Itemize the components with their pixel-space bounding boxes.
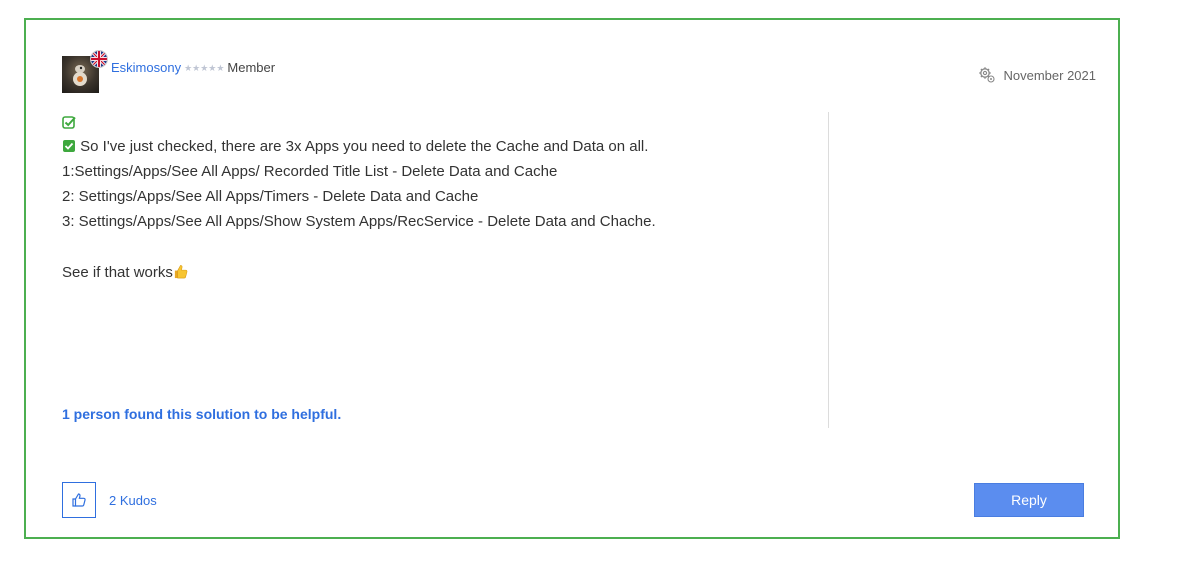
content-divider	[828, 112, 829, 428]
post-closing-text: See if that works	[62, 264, 173, 281]
post-text: So I've just checked, there are 3x Apps …	[80, 138, 649, 155]
uk-flag-icon	[90, 50, 108, 68]
check-box-icon	[62, 116, 76, 129]
rank-stars: ★★★★★	[184, 63, 225, 73]
post-line-4: 3: Settings/Apps/See All Apps/Show Syste…	[62, 213, 656, 230]
solution-post-card: Eskimosony ★★★★★ Member November 2021 So I…	[24, 18, 1120, 539]
helpful-solution-link[interactable]: 1 person found this solution to be helpf…	[62, 406, 341, 422]
kudo-button[interactable]	[62, 482, 96, 518]
post-date-text: November 2021	[1003, 67, 1097, 83]
post-body: So I've just checked, there are 3x Apps …	[62, 112, 802, 285]
post-date: November 2021	[978, 66, 1097, 84]
post-line-3: 2: Settings/Apps/See All Apps/Timers - D…	[62, 188, 479, 205]
author-rank: Member	[227, 60, 276, 75]
post-closing: See if that works	[62, 260, 802, 285]
reply-button[interactable]: Reply	[974, 483, 1084, 517]
author-name-link[interactable]: Eskimosony	[111, 60, 181, 75]
check-box-icon	[63, 140, 75, 152]
author-info: Eskimosony ★★★★★ Member	[111, 60, 275, 75]
post-line-1: So I've just checked, there are 3x Apps …	[62, 134, 802, 159]
solution-check-row	[62, 112, 802, 134]
post-line-2: 1:Settings/Apps/See All Apps/ Recorded T…	[62, 163, 558, 180]
bb8-avatar-icon	[73, 65, 87, 86]
thumbs-up-outline-icon	[72, 493, 86, 507]
kudos-count-link[interactable]: 2 Kudos	[109, 493, 157, 508]
thumbs-up-icon	[174, 265, 188, 279]
gear-icon	[978, 67, 995, 83]
